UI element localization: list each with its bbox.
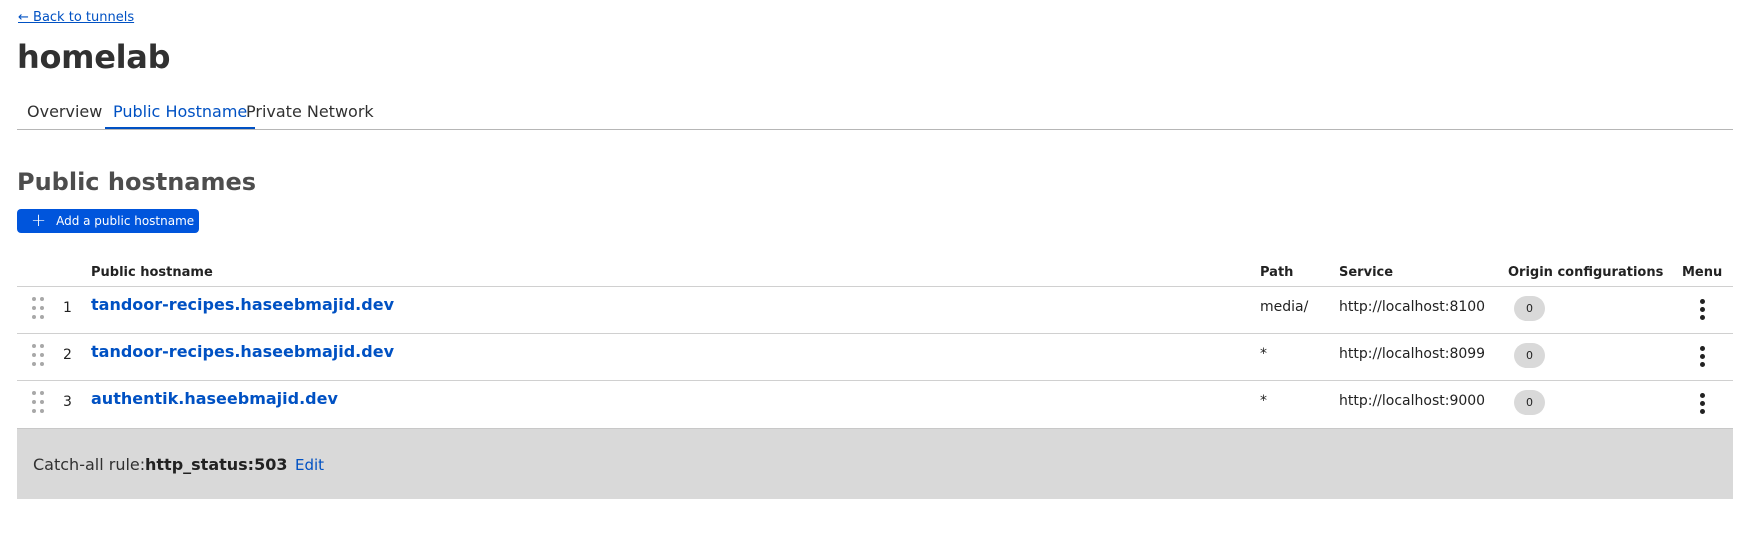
add-public-hostname-button[interactable]: + Add a public hostname bbox=[17, 209, 199, 233]
row-index: 3 bbox=[63, 394, 72, 410]
drag-handle-icon[interactable] bbox=[32, 297, 44, 319]
row-service: http://localhost:9000 bbox=[1339, 393, 1486, 409]
row-service: http://localhost:8099 bbox=[1339, 346, 1486, 362]
origin-config-count-badge: 0 bbox=[1514, 390, 1545, 415]
column-header-menu: Menu bbox=[1682, 265, 1723, 280]
column-header-public-hostname: Public hostname bbox=[91, 265, 213, 280]
row-index: 2 bbox=[63, 347, 72, 363]
drag-handle-icon[interactable] bbox=[32, 391, 44, 413]
row-path: media/ bbox=[1260, 299, 1309, 315]
catch-all-rule-panel: Catch-all rule: http_status:503 Edit bbox=[17, 428, 1733, 499]
add-public-hostname-label: Add a public hostname bbox=[56, 214, 195, 228]
kebab-menu-icon[interactable] bbox=[1692, 297, 1712, 321]
table-row: 3 authentik.haseebmajid.dev * http://loc… bbox=[17, 380, 1733, 427]
tab-bar: Overview Public Hostname Private Network bbox=[17, 100, 1733, 130]
catch-all-label: Catch-all rule: bbox=[33, 455, 146, 474]
row-service: http://localhost:8100 bbox=[1339, 299, 1486, 315]
column-header-service: Service bbox=[1339, 265, 1394, 280]
tab-public-hostname[interactable]: Public Hostname bbox=[113, 102, 247, 121]
catch-all-rule-value: http_status:503 bbox=[145, 455, 288, 474]
row-path: * bbox=[1260, 393, 1267, 409]
page-title: homelab bbox=[17, 38, 171, 76]
origin-config-count-badge: 0 bbox=[1514, 296, 1545, 321]
drag-handle-icon[interactable] bbox=[32, 344, 44, 366]
back-to-tunnels-link[interactable]: ← Back to tunnels bbox=[18, 10, 134, 25]
kebab-menu-icon[interactable] bbox=[1692, 391, 1712, 415]
tab-overview[interactable]: Overview bbox=[27, 102, 102, 121]
section-title: Public hostnames bbox=[17, 168, 257, 196]
column-header-path: Path bbox=[1260, 265, 1294, 280]
hostname-link[interactable]: tandoor-recipes.haseebmajid.dev bbox=[91, 295, 394, 314]
tab-private-network[interactable]: Private Network bbox=[246, 102, 374, 121]
column-header-origin-configurations: Origin configurations bbox=[1508, 265, 1664, 280]
kebab-menu-icon[interactable] bbox=[1692, 344, 1712, 368]
hostname-link[interactable]: authentik.haseebmajid.dev bbox=[91, 389, 338, 408]
row-index: 1 bbox=[63, 300, 72, 316]
row-path: * bbox=[1260, 346, 1267, 362]
origin-config-count-badge: 0 bbox=[1514, 343, 1545, 368]
table-row: 1 tandoor-recipes.haseebmajid.dev media/… bbox=[17, 286, 1733, 333]
edit-catch-all-button[interactable]: Edit bbox=[295, 456, 324, 474]
table-row: 2 tandoor-recipes.haseebmajid.dev * http… bbox=[17, 333, 1733, 380]
plus-icon: + bbox=[31, 210, 47, 231]
active-tab-indicator bbox=[105, 127, 255, 129]
hostname-link[interactable]: tandoor-recipes.haseebmajid.dev bbox=[91, 342, 394, 361]
